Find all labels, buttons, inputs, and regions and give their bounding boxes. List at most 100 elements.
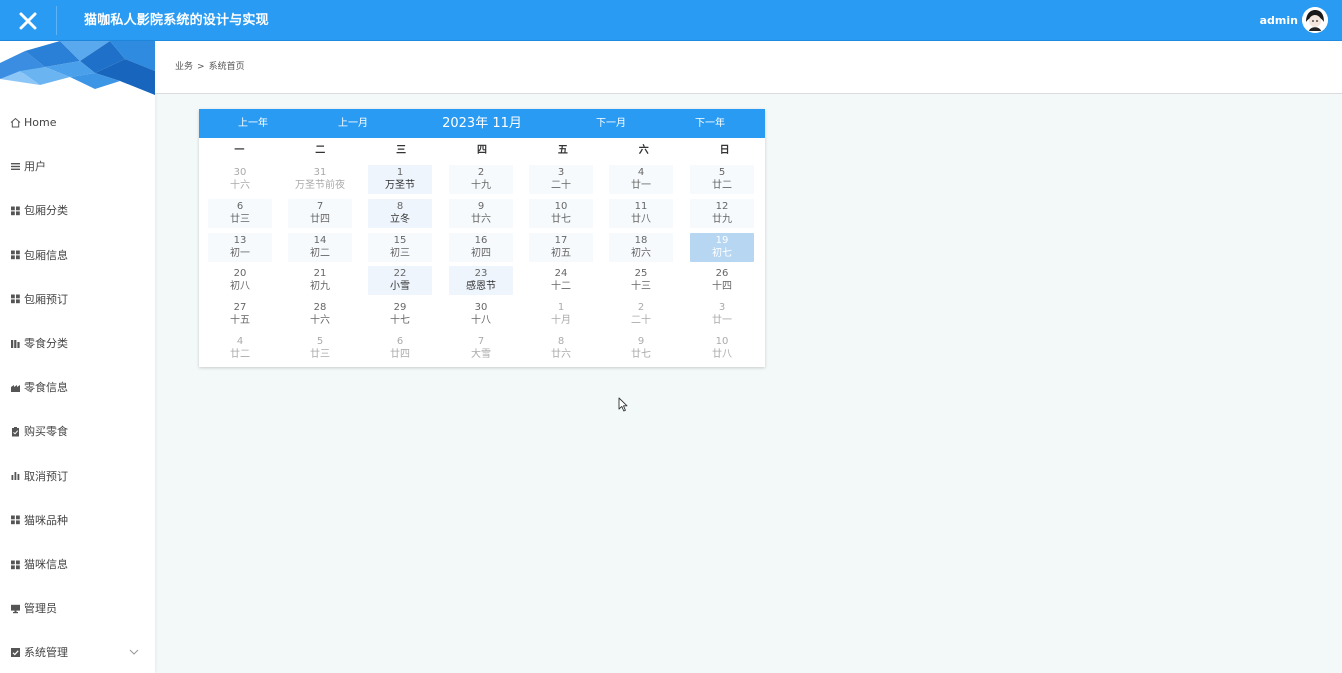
calendar-day[interactable]: 30 十八 [449,300,513,329]
lunar-date: 廿一 [631,180,651,191]
monitor-icon [10,603,21,614]
calendar-day-today[interactable]: 19 初七 [690,232,754,262]
lunar-date: 初五 [551,247,571,259]
lunar-date: 廿二 [712,180,732,191]
breadcrumb-parent[interactable]: 业务 [175,62,193,72]
day-number: 5 [316,336,324,347]
calendar-day[interactable]: 21 初九 [288,266,352,295]
mouse-cursor-icon [618,397,628,412]
calendar-day[interactable]: 4 廿二 [208,334,272,363]
calendar-day[interactable]: 30 十六 [208,165,272,194]
lunar-date: 初七 [712,247,732,259]
day-number: 26 [715,268,729,280]
sidebar-item-1[interactable]: 用户 [0,151,155,181]
sidebar-item-label: 零食信息 [24,381,68,395]
calendar-day[interactable]: 12 廿九 [690,198,754,228]
calendar-day[interactable]: 4 廿一 [609,165,673,194]
calendar-day[interactable]: 17 初五 [529,232,593,262]
calendar-day[interactable]: 20 初八 [208,266,272,295]
lunar-date: 十九 [471,180,491,191]
calendar-day[interactable]: 9 廿六 [449,198,513,228]
calendar-day[interactable]: 14 初二 [288,232,352,262]
lunar-date: 十八 [471,315,491,327]
calendar-day[interactable]: 16 初四 [449,232,513,262]
calendar-day[interactable]: 27 十五 [208,300,272,329]
calendar-day[interactable]: 13 初一 [208,232,272,262]
sidebar-item-11[interactable]: 管理员 [0,593,155,623]
calendar-day[interactable]: 2 二十 [609,300,673,329]
avatar[interactable] [1302,7,1328,33]
sidebar-item-label: 包厢预订 [24,292,68,306]
lunar-date: 廿四 [390,349,410,360]
calendar-day[interactable]: 26 十四 [690,266,754,295]
sidebar-item-6[interactable]: 零食信息 [0,372,155,402]
calendar-day[interactable]: 22 小雪 [368,266,432,296]
calendar-day[interactable]: 23 感恩节 [449,266,513,296]
day-number: 2 [477,167,485,178]
calendar-day[interactable]: 11 廿八 [609,198,673,228]
day-number: 3 [557,167,565,178]
day-number: 9 [477,200,485,212]
chevron-down-icon[interactable] [129,647,139,657]
lunar-date: 廿六 [471,213,491,225]
home-icon [10,117,21,128]
calendar-day[interactable]: 10 廿八 [690,334,754,363]
check-square-icon [10,647,21,658]
calendar-day[interactable]: 3 廿一 [690,300,754,329]
close-icon [19,12,37,29]
weekday-label: 三 [396,145,407,156]
day-number: 5 [718,167,726,178]
next-year-button[interactable]: 下一年 [695,109,725,138]
lunar-date: 十四 [712,281,732,293]
calendar-day[interactable]: 7 廿四 [288,198,352,228]
sidebar-item-2[interactable]: 包厢分类 [0,195,155,225]
sidebar-item-12[interactable]: 系统管理 [0,637,155,667]
top-header: 猫咖私人影院系统的设计与实现 admin [0,0,1342,41]
calendar-day[interactable]: 18 初六 [609,232,673,262]
day-number: 24 [554,268,568,280]
sidebar-item-0[interactable]: Home [0,107,155,137]
grid-icon [10,293,21,304]
calendar-day[interactable]: 24 十二 [529,266,593,295]
day-number: 12 [715,200,729,212]
weekday-label: 日 [719,145,730,156]
sidebar-item-8[interactable]: 取消预订 [0,461,155,491]
calendar-day[interactable]: 31 万圣节前夜 [288,165,352,194]
grid-icon [10,559,21,570]
prev-month-button[interactable]: 上一月 [338,109,368,138]
calendar-day[interactable]: 5 廿三 [288,334,352,363]
calendar-day[interactable]: 6 廿三 [208,198,272,228]
calendar-day[interactable]: 1 万圣节 [368,165,432,194]
calendar-day[interactable]: 10 廿七 [529,198,593,228]
sidebar-item-4[interactable]: 包厢预订 [0,284,155,314]
next-month-button[interactable]: 下一月 [596,109,626,138]
calendar-day[interactable]: 2 十九 [449,165,513,194]
prev-year-button[interactable]: 上一年 [238,109,268,138]
calendar-day[interactable]: 15 初三 [368,232,432,262]
sidebar-item-label: 购买零食 [24,425,68,439]
day-number: 2 [637,302,645,314]
lunar-date: 廿三 [310,349,330,360]
weekday-label: 六 [638,145,649,156]
calendar-day[interactable]: 3 二十 [529,165,593,194]
calendar-day[interactable]: 7 大雪 [449,334,513,363]
sidebar-item-3[interactable]: 包厢信息 [0,240,155,270]
sidebar-item-5[interactable]: 零食分类 [0,328,155,358]
day-number: 1 [396,167,404,178]
calendar-day[interactable]: 8 立冬 [368,198,432,228]
calendar-day[interactable]: 28 十六 [288,300,352,329]
calendar-day[interactable]: 25 十三 [609,266,673,295]
calendar-day[interactable]: 6 廿四 [368,334,432,363]
calendar-day[interactable]: 9 廿七 [609,334,673,363]
calendar-day[interactable]: 8 廿六 [529,334,593,363]
calendar-day[interactable]: 5 廿二 [690,165,754,194]
sidebar-item-10[interactable]: 猫咪信息 [0,549,155,579]
sidebar-item-9[interactable]: 猫咪品种 [0,505,155,535]
close-menu-button[interactable] [0,0,56,41]
calendar-day[interactable]: 29 十七 [368,300,432,329]
username[interactable]: admin [1260,0,1298,41]
lunar-date: 初一 [230,247,250,259]
calendar-day[interactable]: 1 十月 [529,300,593,329]
sidebar-item-7[interactable]: 购买零食 [0,416,155,446]
sidebar-item-label: 猫咪信息 [24,558,68,571]
